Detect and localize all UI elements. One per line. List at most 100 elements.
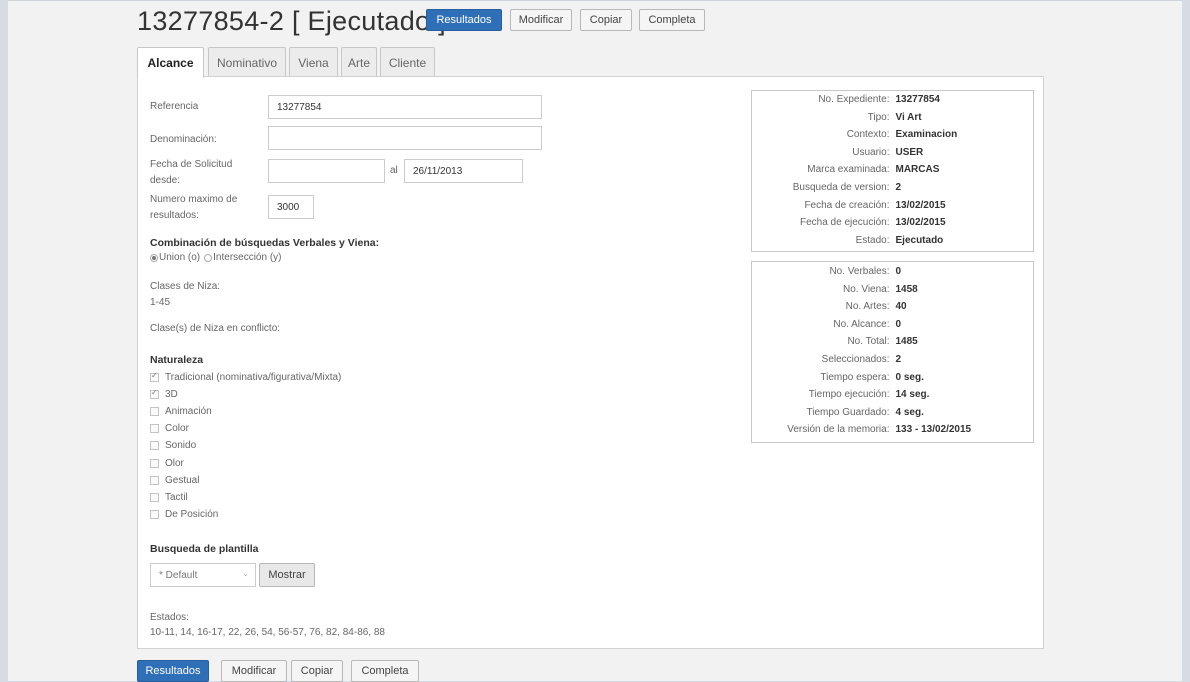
checkbox[interactable] <box>150 424 159 434</box>
stat-row: No. Viena: 1458 <box>752 284 1033 302</box>
info-key: No. Expediente: <box>818 94 890 105</box>
checkbox[interactable] <box>150 371 159 382</box>
checkbox[interactable] <box>150 406 159 416</box>
naturaleza-option[interactable]: Tactil <box>150 489 188 505</box>
stat-key: Tiempo ejecución: <box>808 389 890 401</box>
footer-modify-button[interactable]: Modificar <box>221 660 287 682</box>
fecha-hasta-input[interactable] <box>404 159 523 183</box>
footer-copy-button[interactable]: Copiar <box>291 660 343 682</box>
referencia-input[interactable] <box>268 95 542 119</box>
stat-key: Tiempo Guardado: <box>806 406 890 418</box>
stat-value: 1485 <box>895 336 918 348</box>
plantilla-select[interactable]: * Default ⌄ <box>150 563 256 587</box>
fecha-label-line2: desde: <box>150 175 181 186</box>
footer-complete-button[interactable]: Completa <box>351 660 419 682</box>
stat-value: 40 <box>895 301 907 313</box>
stat-value: 0 <box>895 266 902 277</box>
interseccion-label: Intersección (y) <box>213 252 282 263</box>
checkbox[interactable] <box>150 388 159 399</box>
naturaleza-option[interactable]: Olor <box>150 455 184 471</box>
plantilla-selected: * Default <box>159 569 198 581</box>
chevron-down-icon: ⌄ <box>242 569 249 578</box>
stat-value: 2 <box>895 354 902 365</box>
info-value: 13/02/2015 <box>895 199 946 211</box>
stat-key: Tiempo espera: <box>820 371 890 383</box>
complete-button[interactable]: Completa <box>639 9 705 31</box>
estados-label: Estados: <box>150 612 189 623</box>
stat-row: No. Verbales: 0 <box>752 266 1033 284</box>
interseccion-radio[interactable] <box>204 253 213 262</box>
info-row: No. Expediente: 13277854 <box>752 94 1033 112</box>
info-row: Contexto: Examinacion <box>752 129 1033 147</box>
checkbox[interactable] <box>150 492 159 502</box>
mostrar-button[interactable]: Mostrar <box>259 563 315 587</box>
max-results-label-line2: resultados: <box>150 210 199 221</box>
max-results-label: Numero maximo de resultados: <box>150 192 237 224</box>
modify-button[interactable]: Modificar <box>510 9 572 31</box>
info-value: MARCAS <box>895 164 940 176</box>
naturaleza-option[interactable]: Color <box>150 421 189 437</box>
info-key: Contexto: <box>846 129 890 141</box>
stat-row: Seleccionados: 2 <box>752 354 1033 372</box>
info-value: Vi Art <box>895 111 922 123</box>
copy-button[interactable]: Copiar <box>580 9 632 31</box>
denominacion-input[interactable] <box>268 126 542 150</box>
naturaleza-option-label: 3D <box>165 388 178 400</box>
checkbox[interactable] <box>150 458 159 468</box>
naturaleza-heading: Naturaleza <box>150 354 204 366</box>
stat-key: No. Total: <box>847 336 890 348</box>
info-key: Tipo: <box>867 111 890 123</box>
info-row: Fecha de ejecución: 13/02/2015 <box>752 217 1033 235</box>
conflicto-label: Clase(s) de Niza en conflicto: <box>150 323 281 334</box>
naturaleza-option[interactable]: De Posición <box>150 507 218 523</box>
naturaleza-option[interactable]: Tradicional (nominativa/figurativa/Mixta… <box>150 369 341 385</box>
fecha-label: Fecha de Solicitud desde: <box>150 157 232 189</box>
info-box: No. Expediente: 13277854 Tipo: Vi Art Contex… <box>751 90 1034 252</box>
results-button[interactable]: Resultados <box>426 9 502 31</box>
page: 13277854-2 [ Ejecutado ] Resultados Modi… <box>8 0 1182 682</box>
checkbox[interactable] <box>150 475 159 485</box>
stat-row: Tiempo Guardado: 4 seg. <box>752 407 1033 425</box>
tab-viena[interactable]: Viena <box>289 47 338 77</box>
max-results-label-line1: Numero maximo de <box>150 194 238 205</box>
tab-alcance[interactable]: Alcance <box>137 47 204 78</box>
union-label: Union (o) <box>159 252 201 263</box>
info-key: Estado: <box>855 234 890 246</box>
stat-key: No. Artes: <box>845 301 890 313</box>
tab-arte[interactable]: Arte <box>341 47 377 77</box>
estados-value: 10-11, 14, 16-17, 22, 26, 54, 56-57, 76,… <box>150 627 385 638</box>
naturaleza-option-label: Tactil <box>165 491 188 503</box>
info-key: Busqueda de version: <box>792 182 890 193</box>
info-value: USER <box>895 146 924 158</box>
naturaleza-option-label: Tradicional (nominativa/figurativa/Mixta… <box>165 371 342 383</box>
info-key: Fecha de creación: <box>804 199 890 211</box>
info-row: Usuario: USER <box>752 147 1033 165</box>
stat-row: Versión de la memoria: 133 - 13/02/2015 <box>752 424 1033 442</box>
stat-row: Tiempo espera: 0 seg. <box>752 372 1033 390</box>
naturaleza-option[interactable]: Animación <box>150 403 212 419</box>
checkbox[interactable] <box>150 510 159 520</box>
stat-row: Tiempo ejecución: 14 seg. <box>752 389 1033 407</box>
info-row: Estado: Ejecutado <box>752 235 1033 253</box>
naturaleza-option-label: Sonido <box>165 440 197 452</box>
stat-value: 133 - 13/02/2015 <box>895 424 972 436</box>
stat-value: 14 seg. <box>895 389 930 401</box>
footer-results-button[interactable]: Resultados <box>137 660 209 682</box>
tab-cliente[interactable]: Cliente <box>380 47 435 77</box>
naturaleza-option[interactable]: Gestual <box>150 472 199 488</box>
info-value: Examinacion <box>895 129 958 141</box>
info-row: Tipo: Vi Art <box>752 112 1033 130</box>
naturaleza-option[interactable]: Sonido <box>150 438 196 454</box>
combinacion-heading: Combinación de búsquedas Verbales y Vien… <box>150 237 380 249</box>
naturaleza-option[interactable]: 3D <box>150 386 178 402</box>
stats-box: No. Verbales: 0 No. Viena: 1458 No. Artes: 40… <box>751 261 1034 443</box>
info-row: Marca examinada: MARCAS <box>752 164 1033 182</box>
tab-nominativo[interactable]: Nominativo <box>208 47 286 77</box>
union-radio[interactable] <box>150 253 158 262</box>
fecha-desde-input[interactable] <box>268 159 385 183</box>
max-results-input[interactable] <box>268 195 314 219</box>
info-key: Fecha de ejecución: <box>799 217 890 229</box>
checkbox[interactable] <box>150 441 159 451</box>
stat-value: 1458 <box>895 283 918 295</box>
naturaleza-option-label: Color <box>165 423 189 435</box>
